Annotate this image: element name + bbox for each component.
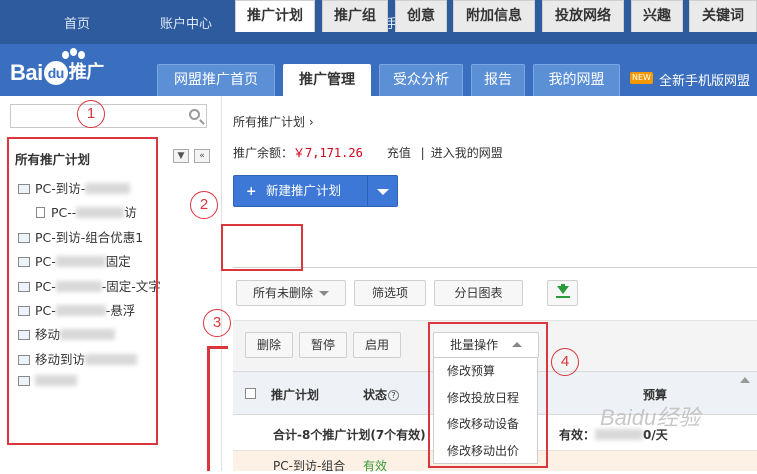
select-all-checkbox[interactable]	[245, 388, 256, 399]
recharge-link[interactable]: 充值	[387, 146, 411, 160]
new-badge: NEW	[630, 72, 653, 84]
tab-promotion-manage[interactable]: 推广管理	[283, 64, 371, 96]
tab-creative[interactable]: 创意	[395, 0, 447, 32]
sidebar-divider	[221, 96, 222, 471]
annotation-box-sidebar	[7, 137, 158, 445]
baidu-tuiguang-logo[interactable]: Bai du 推广	[10, 48, 105, 86]
annotation-marker-3: 3	[203, 309, 231, 337]
collapse-sidebar-button[interactable]: «	[194, 149, 210, 163]
summary-label: 合计-8个推广计划(7个有效)	[273, 428, 426, 442]
logo-du: du	[43, 61, 68, 85]
daily-chart-button[interactable]: 分日图表	[434, 280, 523, 306]
balance-amount: ￥7,171.26	[293, 146, 363, 160]
chevron-down-icon[interactable]	[367, 176, 397, 206]
annotation-line-3-vertical	[207, 346, 210, 471]
col-plan[interactable]: 推广计划	[271, 386, 319, 403]
annotation-box-plan-tab	[221, 224, 303, 271]
balance-row: 推广余额：￥7,171.26 充值 | 进入我的网盟	[233, 144, 503, 161]
watermark: Baidu经验	[600, 405, 701, 430]
plan-search-input[interactable]	[10, 104, 207, 128]
tab-audience-analysis[interactable]: 受众分析	[379, 64, 463, 96]
sort-up-icon[interactable]	[740, 377, 750, 383]
new-plan-label: 新建推广计划	[266, 183, 342, 198]
help-icon[interactable]: ?	[388, 390, 400, 401]
main-header: Bai du 推广 网盟推广首页 推广管理 受众分析 报告 我的网盟 NEW 全新手…	[0, 44, 757, 96]
search-icon[interactable]	[189, 109, 200, 120]
tab-report[interactable]: 报告	[471, 64, 525, 96]
annotation-box-batch	[428, 322, 548, 468]
delete-button[interactable]: 删除	[245, 332, 293, 358]
top-link-account[interactable]: 账户中心	[160, 13, 212, 32]
tab-plans[interactable]: 推广计划	[235, 0, 315, 32]
mobile-union-link[interactable]: 全新手机版网盟	[659, 70, 750, 89]
top-link-home[interactable]: 首页	[64, 13, 90, 32]
new-plan-button[interactable]: + 新建推广计划	[233, 175, 398, 207]
row-status: 有效	[363, 459, 388, 473]
col-status[interactable]: 状态?	[363, 386, 400, 403]
tab-extra-info[interactable]: 附加信息	[453, 0, 535, 32]
tab-interest[interactable]: 兴趣	[631, 0, 683, 32]
plus-icon: +	[246, 183, 257, 198]
download-icon	[557, 286, 569, 294]
logo-bai: Bai	[10, 60, 43, 85]
tab-union-home[interactable]: 网盟推广首页	[157, 64, 275, 96]
filter-button[interactable]: 筛选项	[354, 280, 426, 306]
tab-underline	[233, 267, 757, 268]
link-separator: |	[420, 146, 425, 160]
annotation-marker-4: 4	[551, 348, 579, 376]
tab-my-union[interactable]: 我的网盟	[533, 64, 620, 96]
pause-button[interactable]: 暂停	[299, 332, 347, 358]
tab-network[interactable]: 投放网络	[542, 0, 624, 32]
balance-label: 推广余额：	[233, 146, 294, 160]
status-filter-select[interactable]: 所有未删除	[236, 280, 346, 306]
collapse-dropdown-button[interactable]: ▼	[173, 149, 189, 163]
chevron-down-icon	[319, 291, 329, 296]
tab-keywords[interactable]: 关键词	[689, 0, 757, 32]
annotation-marker-1: 1	[77, 100, 105, 128]
annotation-line-3	[207, 346, 228, 349]
enter-union-link[interactable]: 进入我的网盟	[431, 146, 503, 160]
download-button[interactable]	[547, 280, 578, 306]
breadcrumb[interactable]: 所有推广计划 ›	[233, 113, 314, 130]
tab-groups[interactable]: 推广组	[322, 0, 388, 32]
enable-button[interactable]: 启用	[353, 332, 401, 358]
logo-cn: 推广	[68, 62, 105, 82]
annotation-marker-2: 2	[190, 191, 218, 219]
